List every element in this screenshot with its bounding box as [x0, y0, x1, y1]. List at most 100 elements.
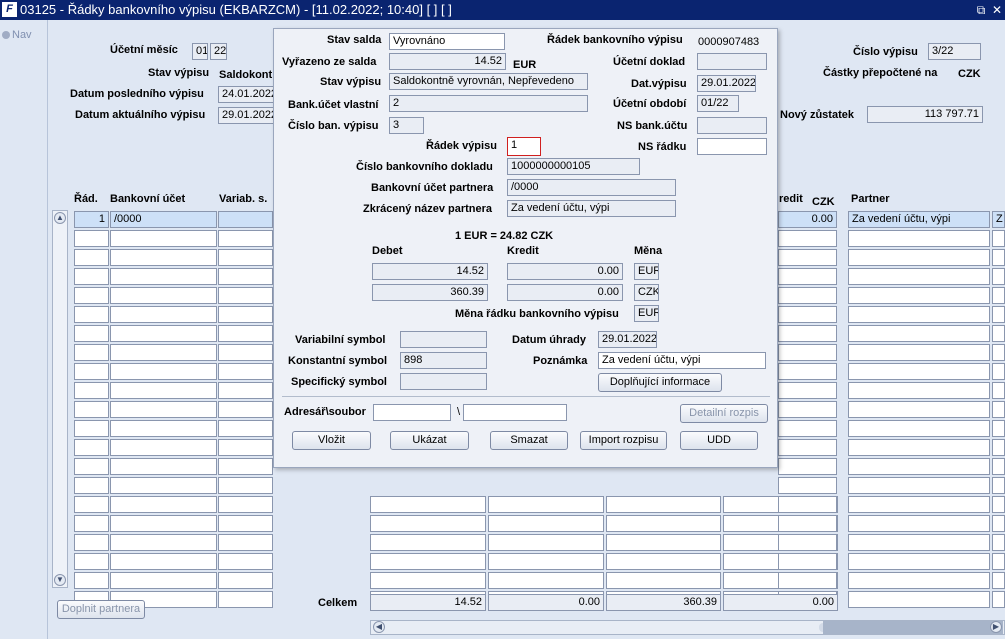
grid-cell[interactable]	[992, 287, 1005, 304]
grid-cell[interactable]	[848, 458, 990, 475]
row1-kredit[interactable]: 0.00	[778, 211, 837, 228]
grid-cell[interactable]	[218, 382, 273, 399]
soubor-field[interactable]	[463, 404, 567, 421]
ucetni-mesic-month-field[interactable]: 01	[192, 43, 208, 60]
grid-cell[interactable]	[992, 363, 1005, 380]
grid-cell[interactable]	[992, 572, 1005, 589]
adresar-field[interactable]	[373, 404, 451, 421]
grid-cell[interactable]	[74, 382, 109, 399]
grid-cell[interactable]	[848, 439, 990, 456]
kredit-czk-field[interactable]: 0.00	[507, 284, 623, 301]
novy-zustatek-field[interactable]: 113 797.71	[867, 106, 983, 123]
row1-extra[interactable]: Z	[992, 211, 1005, 228]
grid-cell[interactable]	[110, 230, 217, 247]
ucet-partnera-field[interactable]: /0000	[507, 179, 676, 196]
grid-cell[interactable]	[74, 363, 109, 380]
poznamka-field[interactable]: Za vedení účtu, výpi	[598, 352, 766, 369]
grid-cell[interactable]	[606, 572, 721, 589]
cislo-vypisu-field[interactable]: 3/22	[928, 43, 981, 60]
doplnujici-informace-button[interactable]: Doplňující informace	[598, 373, 722, 392]
grid-cell[interactable]	[370, 496, 486, 513]
grid-cell[interactable]	[488, 553, 604, 570]
grid-cell[interactable]	[218, 420, 273, 437]
grid-cell[interactable]	[74, 534, 109, 551]
grid-cell[interactable]	[848, 515, 990, 532]
grid-cell[interactable]	[218, 515, 273, 532]
grid-cell[interactable]	[992, 496, 1005, 513]
cislo-ban-field[interactable]: 3	[389, 117, 424, 134]
grid-cell[interactable]	[778, 268, 837, 285]
grid-cell[interactable]	[778, 287, 837, 304]
grid-cell[interactable]	[74, 230, 109, 247]
ukazat-button[interactable]: Ukázat	[390, 431, 469, 450]
grid-cell[interactable]	[488, 534, 604, 551]
grid-cell[interactable]	[992, 230, 1005, 247]
nav-toggle[interactable]: Nav	[2, 29, 32, 41]
grid-cell[interactable]	[218, 325, 273, 342]
grid-cell[interactable]	[74, 439, 109, 456]
grid-cell[interactable]	[848, 230, 990, 247]
grid-cell[interactable]	[110, 344, 217, 361]
grid-cell[interactable]	[370, 515, 486, 532]
udd-button[interactable]: UDD	[680, 431, 758, 450]
grid-cell[interactable]	[778, 306, 837, 323]
specificky-field[interactable]	[400, 373, 487, 390]
grid-cell[interactable]	[218, 268, 273, 285]
grid-cell[interactable]	[992, 439, 1005, 456]
scroll-right-icon[interactable]: ▶	[990, 621, 1002, 633]
grid-cell[interactable]	[778, 439, 837, 456]
mena-czk-field[interactable]: CZK	[634, 284, 659, 301]
grid-cell[interactable]	[778, 515, 837, 532]
nazev-partnera-field[interactable]: Za vedení účtu, výpi	[507, 200, 676, 217]
datum-posledniho-field[interactable]: 24.01.2022	[218, 86, 276, 103]
grid-cell[interactable]	[778, 534, 837, 551]
grid-cell[interactable]	[218, 363, 273, 380]
grid-cell[interactable]	[992, 325, 1005, 342]
grid-cell[interactable]	[848, 325, 990, 342]
row1-partner[interactable]: Za vedení účtu, výpi	[848, 211, 990, 228]
grid-cell[interactable]	[992, 420, 1005, 437]
grid-cell[interactable]	[992, 458, 1005, 475]
grid-cell[interactable]	[606, 534, 721, 551]
grid-cell[interactable]	[778, 553, 837, 570]
grid-cell[interactable]	[606, 553, 721, 570]
grid-cell[interactable]	[848, 496, 990, 513]
grid-cell[interactable]	[848, 306, 990, 323]
grid-cell[interactable]	[778, 325, 837, 342]
bank-ucet-field[interactable]: 2	[389, 95, 588, 112]
grid-cell[interactable]	[74, 515, 109, 532]
grid-cell[interactable]	[848, 420, 990, 437]
row1-ucet[interactable]: /0000	[110, 211, 217, 228]
grid-cell[interactable]	[218, 458, 273, 475]
ns-bank-field[interactable]	[697, 117, 767, 134]
grid-cell[interactable]	[848, 477, 990, 494]
grid-cell[interactable]	[74, 344, 109, 361]
grid-cell[interactable]	[848, 572, 990, 589]
variabilni-field[interactable]	[400, 331, 487, 348]
scroll-down-icon[interactable]: ▼	[54, 574, 66, 586]
grid-cell[interactable]	[992, 553, 1005, 570]
grid-cell[interactable]	[74, 268, 109, 285]
grid-cell[interactable]	[778, 496, 837, 513]
grid-cell[interactable]	[848, 591, 990, 608]
grid-cell[interactable]	[110, 439, 217, 456]
grid-cell[interactable]	[74, 572, 109, 589]
grid-cell[interactable]	[110, 325, 217, 342]
grid-cell[interactable]	[110, 534, 217, 551]
ucetni-mesic-year-field[interactable]: 22	[210, 43, 227, 60]
grid-cell[interactable]	[778, 401, 837, 418]
row1-rad[interactable]: 1	[74, 211, 109, 228]
grid-cell[interactable]	[992, 591, 1005, 608]
smazat-button[interactable]: Smazat	[490, 431, 568, 450]
dat-vypisu-field[interactable]: 29.01.2022	[697, 75, 756, 92]
doplnit-partnera-button[interactable]: Doplnit partnera	[57, 600, 145, 619]
grid-cell[interactable]	[992, 249, 1005, 266]
mena-radku-field[interactable]: EUR	[634, 305, 659, 322]
grid-cell[interactable]	[992, 382, 1005, 399]
grid-cell[interactable]	[218, 439, 273, 456]
grid-cell[interactable]	[110, 287, 217, 304]
grid-cell[interactable]	[778, 572, 837, 589]
grid-cell[interactable]	[218, 230, 273, 247]
grid-cell[interactable]	[488, 515, 604, 532]
grid-cell[interactable]	[848, 249, 990, 266]
